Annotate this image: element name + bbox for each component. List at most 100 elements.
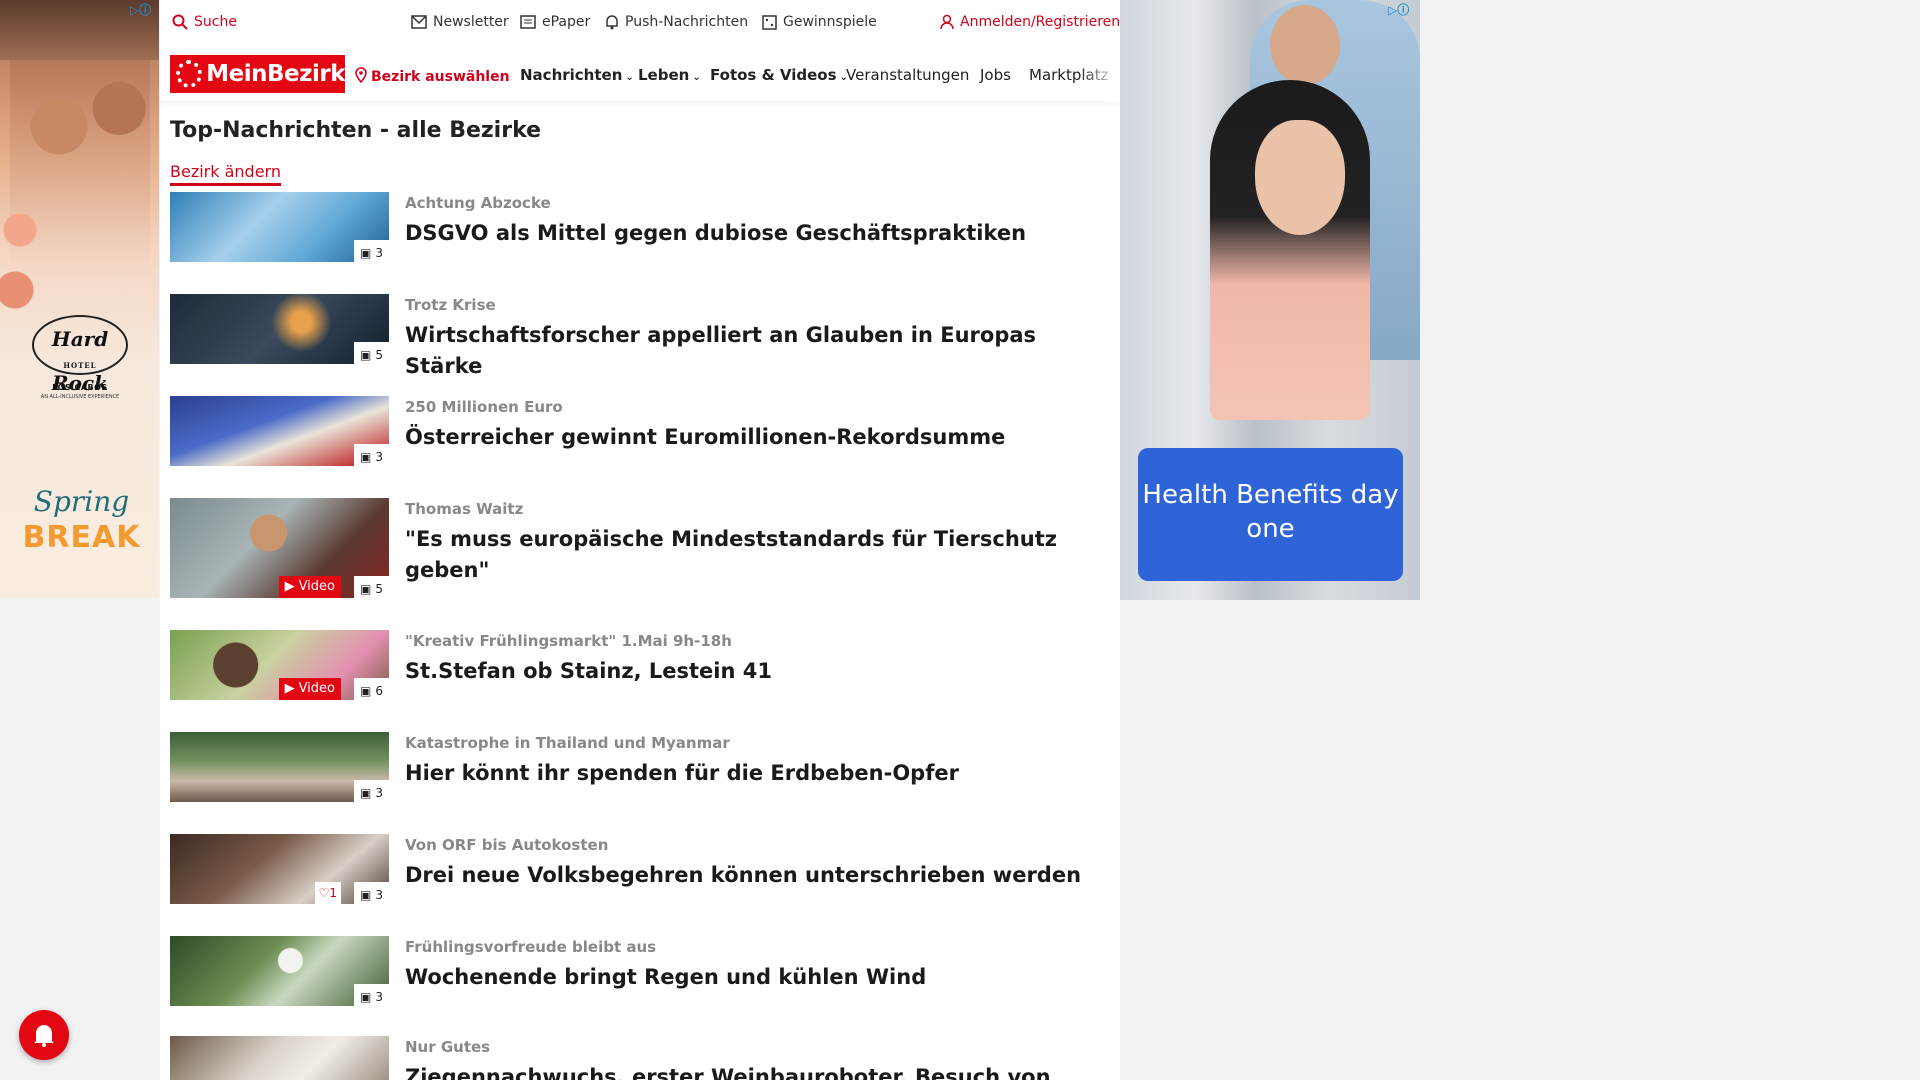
main-column: Suche Newsletter ePaper Push-Nachrichten… bbox=[160, 0, 1120, 1080]
article-thumbnail[interactable]: ▶ Video ▣ 5 bbox=[170, 498, 389, 598]
bell-icon bbox=[34, 1025, 54, 1047]
article-thumbnail[interactable]: ▣ 5 bbox=[170, 294, 389, 364]
article-item[interactable]: ▣ 5 Trotz Krise Wirtschaftsforscher appell… bbox=[170, 294, 1110, 378]
right-skyscraper-ad[interactable]: Health Benefits day one bbox=[1120, 0, 1420, 600]
article-kicker: Von ORF bis Autokosten bbox=[405, 836, 609, 854]
likes-value: 1 bbox=[329, 886, 337, 900]
bell-icon bbox=[606, 15, 618, 30]
epaper-label: ePaper bbox=[542, 14, 591, 30]
map-pin-icon bbox=[355, 67, 367, 84]
ad-choices-icon[interactable]: ▷ⓘ bbox=[1388, 1, 1409, 18]
login-label: Anmelden/Registrieren bbox=[960, 14, 1121, 30]
article-headline[interactable]: Österreicher gewinnt Euromillionen-Rekor… bbox=[405, 422, 1105, 453]
gift-icon bbox=[762, 14, 777, 30]
image-count: ▣ 3 bbox=[354, 780, 389, 802]
newsletter-link[interactable]: Newsletter bbox=[411, 14, 509, 30]
ad-flowers-image bbox=[0, 200, 40, 330]
nav-jobs-label: Jobs bbox=[980, 66, 1011, 84]
ad-spring-text: Spring bbox=[33, 485, 130, 518]
image-count-value: 5 bbox=[375, 582, 383, 596]
nav-fade bbox=[1080, 46, 1120, 102]
image-count: ▣ 3 bbox=[354, 984, 389, 1006]
article-headline[interactable]: Hier könnt ihr spenden für die Erdbeben-… bbox=[405, 758, 1105, 789]
article-thumbnail[interactable] bbox=[170, 1036, 389, 1080]
left-skyscraper-ad[interactable]: Hard Rock HOTEL LOS CABOS AN ALL-INCLUSIV… bbox=[0, 0, 159, 598]
article-thumbnail[interactable]: ▣ 3 bbox=[170, 732, 389, 802]
article-headline[interactable]: Wirtschaftsforscher appelliert an Glaube… bbox=[405, 320, 1105, 382]
article-headline[interactable]: Drei neue Volksbegehren können unterschr… bbox=[405, 860, 1105, 891]
ad-man-head bbox=[1270, 5, 1340, 85]
article-kicker: "Kreativ Frühlingsmarkt" 1.Mai 9h-18h bbox=[405, 632, 732, 650]
image-icon: ▣ bbox=[360, 450, 372, 464]
play-icon: ▶ bbox=[284, 579, 295, 594]
article-item[interactable]: ▣ 3 Katastrophe in Thailand und Myanmar Hi… bbox=[170, 732, 1110, 804]
video-label: Video bbox=[298, 681, 335, 696]
image-count-value: 3 bbox=[375, 888, 383, 902]
image-count: ▣ 5 bbox=[354, 342, 389, 364]
mail-icon bbox=[411, 15, 427, 29]
login-link[interactable]: Anmelden/Registrieren bbox=[940, 14, 1120, 30]
nav-veranstaltungen-label: Veranstaltungen bbox=[846, 66, 970, 84]
article-headline[interactable]: Wochenende bringt Regen und kühlen Wind bbox=[405, 962, 1105, 993]
ad-choices-icon[interactable]: ▷ⓘ bbox=[130, 1, 151, 18]
search-link[interactable]: Suche bbox=[172, 14, 237, 30]
image-count-value: 3 bbox=[375, 990, 383, 1004]
nav-veranstaltungen[interactable]: Veranstaltungen bbox=[846, 66, 969, 84]
article-item[interactable]: ▶ Video ▣ 6 "Kreativ Frühlingsmarkt" 1.Mai… bbox=[170, 630, 1110, 702]
article-item[interactable]: ♡1 ▣ 3 Von ORF bis Autokosten Drei neue Vo… bbox=[170, 834, 1110, 906]
ad-brand-sub: HOTEL bbox=[63, 361, 97, 370]
article-headline[interactable]: Ziegennachwuchs, erster Weinbauroboter, … bbox=[405, 1062, 1105, 1080]
article-item[interactable]: Nur Gutes Ziegennachwuchs, erster Weinbau… bbox=[170, 1036, 1110, 1080]
article-kicker: Achtung Abzocke bbox=[405, 194, 551, 212]
meinbezirk-logo[interactable]: MeinBezirk bbox=[170, 55, 345, 93]
article-thumbnail[interactable]: ▶ Video ▣ 6 bbox=[170, 630, 389, 700]
epaper-link[interactable]: ePaper bbox=[520, 14, 590, 30]
article-headline[interactable]: "Es muss europäische Mindeststandards fü… bbox=[405, 524, 1105, 586]
article-thumbnail[interactable]: ▣ 3 bbox=[170, 936, 389, 1006]
ad-cta-box[interactable]: Health Benefits day one bbox=[1138, 448, 1403, 581]
article-kicker: Nur Gutes bbox=[405, 1038, 491, 1056]
image-icon: ▣ bbox=[360, 684, 372, 698]
image-count-value: 3 bbox=[375, 450, 383, 464]
article-kicker: 250 Millionen Euro bbox=[405, 398, 563, 416]
newspaper-icon bbox=[520, 15, 536, 29]
chevron-down-icon: ⌄ bbox=[625, 72, 634, 83]
page-title: Top-Nachrichten - alle Bezirke bbox=[170, 118, 542, 143]
video-label: Video bbox=[298, 579, 335, 594]
image-count: ▣ 3 bbox=[354, 240, 389, 262]
article-thumbnail[interactable]: ▣ 3 bbox=[170, 192, 389, 262]
heart-icon: ♡ bbox=[318, 886, 330, 900]
play-icon: ▶ bbox=[284, 681, 295, 696]
notification-bell-button[interactable] bbox=[19, 1010, 69, 1060]
article-item[interactable]: ▶ Video ▣ 5 Thomas Waitz "Es muss europäisc… bbox=[170, 498, 1110, 598]
image-count-value: 3 bbox=[375, 246, 383, 260]
article-item[interactable]: ▣ 3 Frühlingsvorfreude bleibt aus Wochenen… bbox=[170, 936, 1110, 1008]
main-navigation: MeinBezirk Bezirk auswählen Nachrichten ⌄… bbox=[160, 46, 1120, 102]
gewinnspiele-link[interactable]: Gewinnspiele bbox=[762, 14, 877, 30]
video-badge: ▶ Video bbox=[278, 576, 341, 598]
nav-jobs[interactable]: Jobs bbox=[980, 66, 1011, 84]
nav-fotos-videos[interactable]: Fotos & Videos ⌄ bbox=[710, 66, 848, 84]
article-kicker: Katastrophe in Thailand und Myanmar bbox=[405, 734, 730, 752]
nav-leben[interactable]: Leben ⌄ bbox=[638, 66, 701, 84]
article-item[interactable]: ▣ 3 250 Millionen Euro Österreicher gewinn… bbox=[170, 396, 1110, 468]
article-thumbnail[interactable]: ♡1 ▣ 3 bbox=[170, 834, 389, 904]
search-label: Suche bbox=[194, 14, 237, 30]
article-headline[interactable]: St.Stefan ob Stainz, Lestein 41 bbox=[405, 656, 1105, 687]
ad-woman-face bbox=[1255, 120, 1345, 235]
article-item[interactable]: ▣ 3 Achtung Abzocke DSGVO als Mittel gegen… bbox=[170, 192, 1110, 264]
article-headline[interactable]: DSGVO als Mittel gegen dubiose Geschäfts… bbox=[405, 218, 1105, 249]
user-icon bbox=[940, 14, 954, 30]
article-thumbnail[interactable]: ▣ 3 bbox=[170, 396, 389, 466]
gewinnspiele-label: Gewinnspiele bbox=[783, 14, 877, 30]
bezirk-select[interactable]: Bezirk auswählen bbox=[355, 67, 510, 85]
image-icon: ▣ bbox=[360, 786, 372, 800]
push-link[interactable]: Push-Nachrichten bbox=[605, 14, 748, 30]
image-count: ▣ 3 bbox=[354, 882, 389, 904]
logo-flower-icon bbox=[176, 60, 203, 88]
image-count-value: 5 bbox=[375, 348, 383, 362]
change-bezirk-link[interactable]: Bezirk ändern bbox=[170, 162, 281, 186]
chevron-down-icon: ⌄ bbox=[692, 72, 701, 83]
image-icon: ▣ bbox=[360, 888, 372, 902]
nav-nachrichten[interactable]: Nachrichten ⌄ bbox=[520, 66, 634, 84]
